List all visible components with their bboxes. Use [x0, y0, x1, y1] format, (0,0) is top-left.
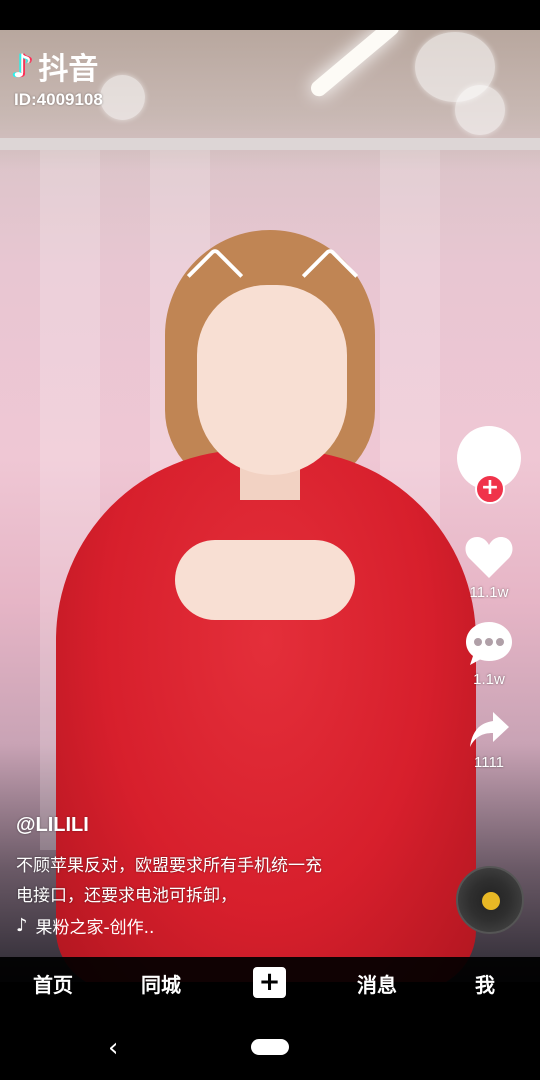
disc-center [482, 892, 500, 910]
comment-action[interactable]: 1.1w [464, 619, 514, 688]
creator-avatar[interactable]: + [457, 426, 521, 504]
music-note-logo-icon: ♪ [12, 47, 33, 85]
video-description: 不顾苹果反对，欧盟要求所有手机统一充 电接口，还要求电池可拆卸， [16, 851, 396, 911]
face [197, 285, 347, 475]
home-pill[interactable] [251, 1039, 289, 1055]
bottom-navigation: 首页 同城 + 消息 我 [0, 957, 540, 1009]
like-count: 11.1w [469, 584, 509, 601]
create-button[interactable]: + [253, 967, 286, 998]
back-icon[interactable]: ‹ [108, 1033, 118, 1063]
nav-nearby[interactable]: 同城 [141, 969, 181, 998]
like-action[interactable]: 11.1w [464, 534, 514, 601]
comment-icon[interactable] [464, 619, 514, 667]
description-line: 不顾苹果反对，欧盟要求所有手机统一充 [16, 856, 322, 876]
music-disc[interactable] [456, 866, 524, 934]
heart-icon[interactable] [464, 534, 514, 580]
nav-messages[interactable]: 消息 [357, 969, 397, 998]
curtain-rail [0, 138, 540, 150]
follow-button[interactable]: + [475, 474, 505, 504]
share-arrow-icon[interactable] [467, 710, 511, 750]
balloon [455, 85, 505, 135]
action-rail: + 11.1w 1.1w 1111 [456, 426, 522, 771]
share-action[interactable]: 1111 [467, 710, 511, 771]
watermark-id: ID:4009108 [14, 90, 103, 109]
app-name: 抖音 [38, 52, 99, 87]
music-title: 果粉之家-创作.. [35, 918, 155, 938]
music-note-icon: ♪ [16, 915, 28, 936]
nav-me[interactable]: 我 [475, 969, 495, 998]
music-info[interactable]: ♪ 果粉之家-创作.. [16, 913, 396, 938]
description-line: 电接口，还要求电池可拆卸， [16, 886, 237, 906]
status-bar [0, 0, 540, 30]
video-caption: @LILILI 不顾苹果反对，欧盟要求所有手机统一充 电接口，还要求电池可拆卸，… [16, 814, 396, 938]
hands [175, 540, 355, 620]
balloon [100, 75, 145, 120]
author-username[interactable]: @LILILI [16, 814, 396, 837]
share-count: 1111 [473, 754, 505, 771]
nav-home[interactable]: 首页 [33, 969, 73, 998]
app-logo: ♪ 抖音 [12, 44, 98, 88]
comment-count: 1.1w [473, 671, 505, 688]
system-navigation-bar: ‹ [0, 1009, 540, 1080]
